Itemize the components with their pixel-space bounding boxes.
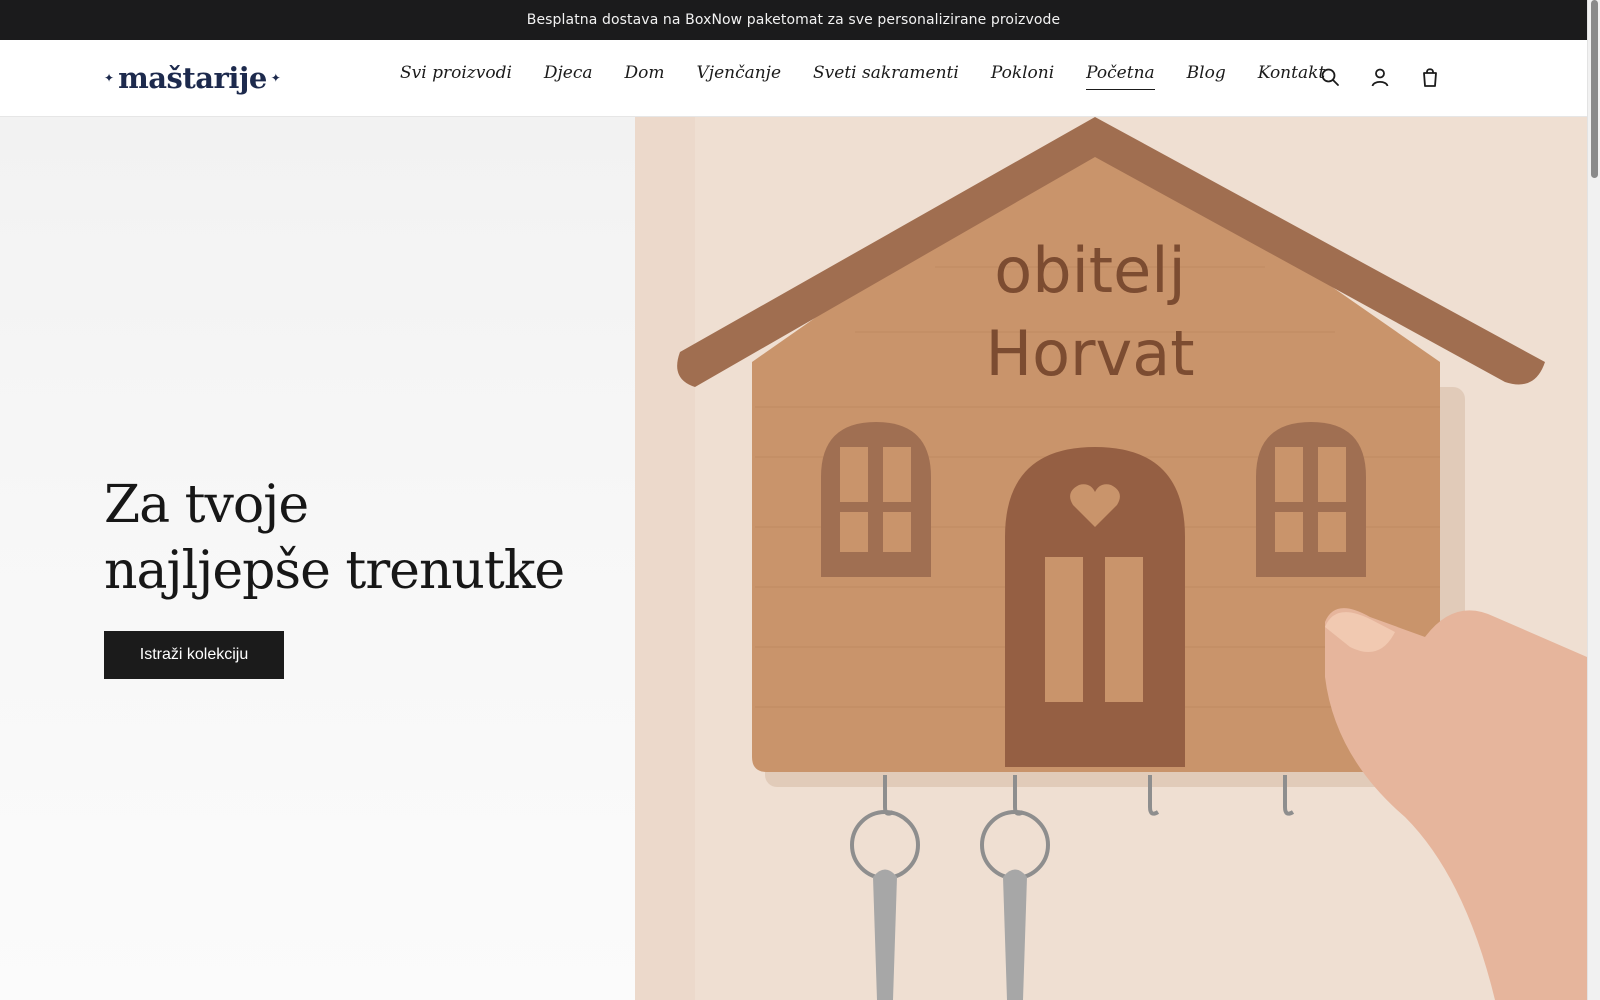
logo-star-left-icon: ✦	[104, 71, 115, 85]
hero-title-line-1: Za tvoje	[104, 475, 309, 535]
hero-title: Za tvoje najljepše trenutke	[104, 472, 565, 604]
account-icon[interactable]	[1368, 65, 1392, 89]
nav-item-dom[interactable]: Dom	[625, 60, 665, 90]
page-scrollbar[interactable]	[1587, 0, 1600, 1000]
nav-item-sveti-sakramenti[interactable]: Sveti sakramenti	[813, 60, 959, 90]
hero-banner: Za tvoje najljepše trenutke Istraži kole…	[0, 117, 1587, 1000]
cart-icon[interactable]	[1418, 65, 1442, 89]
nav-item-pocetna[interactable]: Početna	[1086, 60, 1155, 90]
engraving-line-1: obitelj	[994, 234, 1185, 307]
search-icon[interactable]	[1318, 65, 1342, 89]
site-logo[interactable]: ✦ maštarije ✦	[104, 58, 281, 98]
scrollbar-thumb[interactable]	[1591, 0, 1598, 178]
hero-title-line-2: najljepše trenutke	[104, 541, 565, 601]
nav-item-svi-proizvodi[interactable]: Svi proizvodi	[400, 60, 512, 90]
announcement-bar: Besplatna dostava na BoxNow paketomat za…	[0, 0, 1587, 40]
explore-collection-button[interactable]: Istraži kolekciju	[104, 631, 284, 679]
hero-text-panel: Za tvoje najljepše trenutke Istraži kole…	[0, 117, 635, 1000]
hero-product-photo: obitelj Horvat	[635, 117, 1587, 1000]
announcement-text: Besplatna dostava na BoxNow paketomat za…	[526, 12, 1061, 28]
logo-star-right-icon: ✦	[270, 71, 281, 85]
nav-item-djeca[interactable]: Djeca	[544, 60, 593, 90]
house-key-holder-image: obitelj Horvat	[635, 117, 1587, 1000]
nav-item-vjencanje[interactable]: Vjenčanje	[697, 60, 782, 90]
main-navigation: Svi proizvodi Djeca Dom Vjenčanje Sveti …	[400, 60, 1357, 90]
logo-wordmark: maštarije	[118, 61, 267, 95]
left-window-shape	[821, 422, 931, 577]
nav-item-kontakt[interactable]: Kontakt	[1258, 60, 1326, 90]
header-actions	[1318, 65, 1442, 89]
engraving-line-2: Horvat	[985, 317, 1194, 390]
site-header: ✦ maštarije ✦ Svi proizvodi Djeca Dom Vj…	[0, 40, 1587, 117]
nav-item-pokloni[interactable]: Pokloni	[991, 60, 1054, 90]
nav-item-blog[interactable]: Blog	[1187, 60, 1226, 90]
